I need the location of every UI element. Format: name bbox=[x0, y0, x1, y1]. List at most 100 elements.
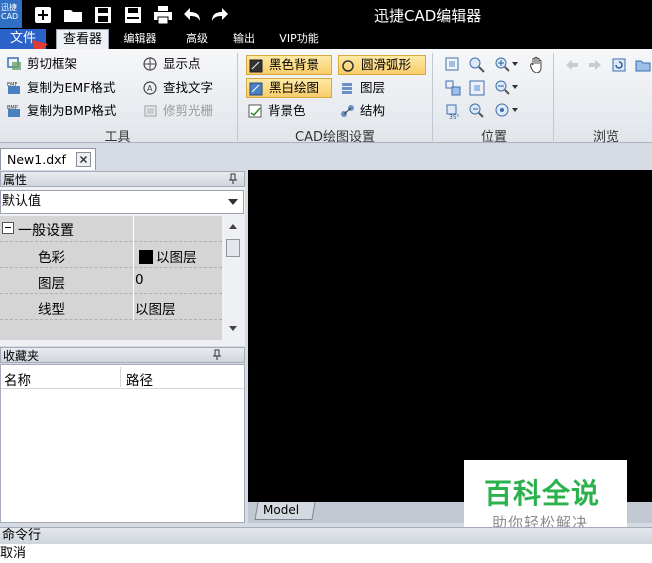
column-header-name[interactable]: 名称 bbox=[4, 369, 31, 389]
smooth-arc-toggle[interactable]: 圆滑弧形 bbox=[338, 55, 426, 75]
copy-emf-button[interactable]: EMF 复制为EMF格式 bbox=[5, 78, 115, 98]
zoom-previous-icon[interactable] bbox=[468, 102, 486, 120]
fit-view-icon[interactable] bbox=[444, 79, 462, 97]
save-as-icon[interactable] bbox=[122, 4, 144, 26]
undo-icon[interactable] bbox=[182, 4, 204, 26]
crop-frame-label: 剪切框架 bbox=[27, 56, 78, 71]
property-value[interactable]: 以图层 bbox=[135, 298, 176, 318]
document-tab[interactable]: New1.dxf bbox=[0, 148, 96, 170]
column-divider bbox=[133, 242, 134, 268]
properties-header: 属性 bbox=[0, 171, 245, 187]
property-row[interactable]: 线型 以图层 bbox=[0, 294, 222, 320]
smooth-arc-icon bbox=[342, 60, 354, 72]
refresh-icon[interactable] bbox=[610, 56, 628, 74]
black-background-icon bbox=[249, 59, 263, 73]
find-text-button[interactable]: A 查找文字 bbox=[141, 78, 213, 98]
ribbon-separator bbox=[553, 53, 554, 141]
tab-output[interactable]: 输出 bbox=[225, 29, 263, 49]
command-line-output[interactable]: 取消 bbox=[0, 544, 652, 563]
background-color-label: 背景色 bbox=[268, 103, 306, 118]
properties-selector-value: 默认值 bbox=[2, 194, 42, 209]
scroll-up-icon[interactable] bbox=[229, 224, 237, 229]
crop-frame-button[interactable]: 剪切框架 bbox=[5, 54, 77, 74]
group-label-tools: 工具 bbox=[104, 130, 131, 145]
property-value[interactable]: 0 bbox=[135, 272, 144, 288]
zoom-extents-icon[interactable] bbox=[468, 79, 486, 97]
layers-label: 图层 bbox=[360, 80, 386, 95]
zoom-out-dropdown-icon[interactable] bbox=[511, 83, 519, 91]
column-divider[interactable] bbox=[120, 367, 121, 387]
property-section-title: 一般设置 bbox=[18, 223, 74, 239]
layers-button[interactable]: 图层 bbox=[338, 78, 385, 98]
print-icon[interactable] bbox=[152, 4, 174, 26]
trim-raster-label: 修剪光栅 bbox=[163, 103, 214, 118]
tab-vip[interactable]: VIP功能 bbox=[273, 29, 325, 49]
zoom-in-icon[interactable] bbox=[494, 56, 512, 74]
background-color-icon bbox=[248, 104, 262, 118]
background-color-button[interactable]: 背景色 bbox=[246, 101, 306, 121]
forward-arrow-icon[interactable] bbox=[586, 56, 604, 74]
find-text-label: 查找文字 bbox=[163, 80, 214, 95]
open-folder-icon[interactable] bbox=[62, 4, 84, 26]
show-points-label: 显示点 bbox=[163, 56, 201, 71]
property-row[interactable]: 色彩 以图层 bbox=[0, 242, 222, 268]
zoom-realtime-icon[interactable] bbox=[494, 102, 512, 120]
rotate-view-icon[interactable]: 35° bbox=[444, 102, 462, 120]
tab-advanced[interactable]: 高级 bbox=[175, 29, 219, 49]
scrollbar-thumb[interactable] bbox=[226, 239, 240, 257]
black-background-label: 黑色背景 bbox=[269, 57, 320, 72]
browse-folder-icon[interactable] bbox=[634, 56, 652, 74]
bw-drawing-label: 黑白绘图 bbox=[269, 80, 320, 95]
structure-button[interactable]: 结构 bbox=[338, 101, 385, 121]
collapse-icon[interactable] bbox=[2, 222, 14, 234]
app-logo-text: 迅捷 CAD bbox=[1, 3, 19, 21]
structure-icon bbox=[341, 105, 354, 117]
zoom-realtime-dropdown-icon[interactable] bbox=[511, 106, 519, 114]
back-arrow-icon[interactable] bbox=[563, 56, 581, 74]
bw-drawing-toggle[interactable]: 黑白绘图 bbox=[246, 78, 332, 98]
property-section-general[interactable]: 一般设置 bbox=[0, 216, 222, 242]
trim-raster-button[interactable]: 修剪光栅 bbox=[141, 101, 213, 121]
black-background-toggle[interactable]: 黑色背景 bbox=[246, 55, 332, 75]
property-name: 线型 bbox=[38, 302, 65, 318]
bmp-icon: BMP bbox=[7, 105, 20, 117]
pin-icon[interactable] bbox=[228, 173, 238, 185]
drawing-canvas[interactable] bbox=[248, 170, 652, 502]
zoom-out-icon[interactable] bbox=[494, 79, 512, 97]
copy-bmp-button[interactable]: BMP 复制为BMP格式 bbox=[5, 101, 116, 121]
save-icon[interactable] bbox=[92, 4, 114, 26]
new-file-icon[interactable] bbox=[32, 4, 54, 26]
copy-bmp-label: 复制为BMP格式 bbox=[27, 103, 117, 118]
hand-pan-icon[interactable] bbox=[528, 55, 546, 73]
trim-raster-icon bbox=[144, 105, 157, 117]
model-tab-label[interactable]: Model bbox=[263, 503, 299, 517]
properties-scrollbar[interactable] bbox=[223, 216, 244, 340]
svg-text:EMF: EMF bbox=[7, 82, 17, 88]
find-text-icon: A bbox=[143, 81, 157, 95]
title-bar: 迅捷 CAD 迅捷CAD编辑器 bbox=[0, 0, 652, 30]
tab-editor[interactable]: 编辑器 bbox=[117, 29, 163, 49]
zoom-in-dropdown-icon[interactable] bbox=[511, 60, 519, 68]
svg-text:35°: 35° bbox=[449, 114, 460, 120]
app-logo[interactable]: 迅捷 CAD bbox=[0, 0, 22, 28]
scroll-down-icon[interactable] bbox=[229, 326, 237, 331]
svg-text:A: A bbox=[147, 84, 153, 93]
column-header-path[interactable]: 路径 bbox=[126, 369, 153, 389]
redo-icon[interactable] bbox=[208, 4, 230, 26]
crop-icon bbox=[7, 57, 21, 70]
ribbon-separator bbox=[432, 53, 433, 141]
property-value[interactable]: 以图层 bbox=[156, 246, 197, 266]
property-row[interactable]: 图层 0 bbox=[0, 268, 222, 294]
pan-window-icon[interactable] bbox=[444, 56, 462, 74]
close-tab-icon[interactable] bbox=[76, 152, 91, 167]
properties-selector[interactable]: 默认值 bbox=[0, 190, 244, 214]
column-divider bbox=[133, 268, 134, 294]
command-line-header: 命令行 bbox=[0, 527, 652, 544]
window-title: 迅捷CAD编辑器 bbox=[374, 7, 482, 25]
pin-icon[interactable] bbox=[212, 349, 222, 361]
zoom-window-icon[interactable] bbox=[468, 56, 486, 74]
command-output-text: 取消 bbox=[0, 546, 27, 561]
favorites-list: 名称 路径 bbox=[0, 364, 245, 523]
ribbon: 剪切框架 EMF 复制为EMF格式 BMP 复制为BMP格式 显示点 A 查找文… bbox=[0, 49, 652, 145]
show-points-button[interactable]: 显示点 bbox=[141, 54, 201, 74]
